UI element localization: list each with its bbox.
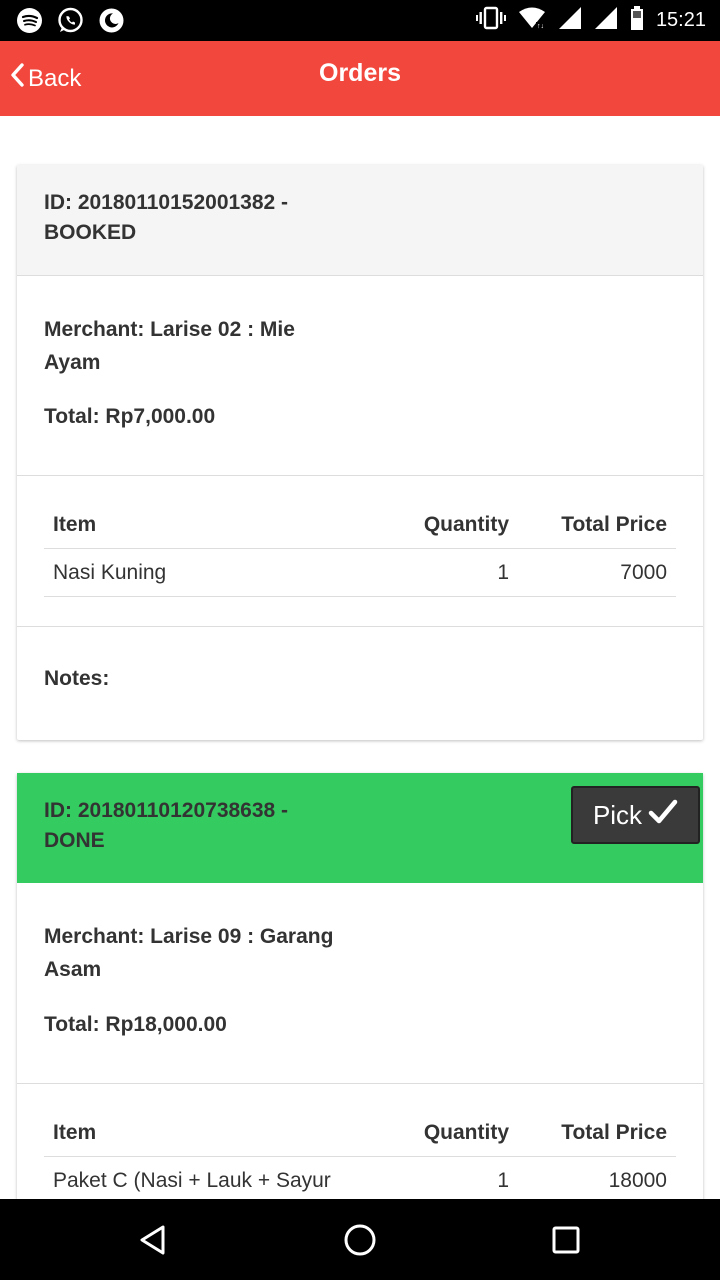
svg-text:↑↓: ↑↓ [537, 23, 544, 30]
order-status: BOOKED [44, 221, 137, 244]
clock: 15:21 [655, 9, 706, 31]
item-price: 18000 [608, 1169, 667, 1192]
battery-icon [630, 6, 644, 35]
checkmark-icon [648, 799, 678, 832]
item-name: Nasi Kuning [53, 561, 167, 584]
signal-icon [594, 6, 618, 35]
notification-icons [16, 7, 125, 34]
order-id: ID: 20180110152001382 - BOOKED [44, 188, 288, 248]
order-summary: Merchant: Larise 02 : Mie Ayam Total: Rp… [17, 276, 703, 476]
order-card: ID: 20180110152001382 - BOOKED Merchant:… [17, 165, 703, 740]
order-total: Total: Rp18,000.00 [44, 1013, 227, 1036]
order-header: ID: 20180110120738638 - DONE Pick [17, 773, 703, 883]
signal-icon [558, 6, 582, 35]
system-icons: ↑↓ 15:21 [475, 6, 706, 35]
order-id-line: ID: 20180110152001382 - [44, 191, 289, 214]
order-card: ID: 20180110120738638 - DONE Pick Mercha… [17, 773, 703, 1199]
col-quantity-header: Quantity [423, 1121, 509, 1144]
vibrate-icon [475, 6, 506, 35]
back-triangle-icon[interactable] [132, 1219, 174, 1261]
item-quantity: 1 [497, 1169, 509, 1192]
app-bar: Back Orders [0, 41, 720, 116]
order-header: ID: 20180110152001382 - BOOKED [17, 165, 703, 276]
navigation-bar [0, 1199, 720, 1280]
table-header-row: Item Quantity Total Price [44, 501, 676, 549]
col-item-header: Item [53, 1121, 97, 1144]
item-price: 7000 [620, 561, 667, 584]
orders-list[interactable]: ID: 20180110152001382 - BOOKED Merchant:… [0, 116, 720, 1199]
merchant-line-1: Merchant: Larise 09 : Garang [44, 925, 334, 948]
table-row: Nasi Kuning 1 7000 [44, 549, 676, 597]
wifi-icon: ↑↓ [518, 6, 546, 35]
recents-square-icon[interactable] [545, 1219, 587, 1261]
home-circle-icon[interactable] [339, 1219, 381, 1261]
order-status: DONE [44, 829, 105, 852]
items-table: Item Quantity Total Price Nasi Kuning 1 … [44, 501, 676, 597]
table-header-row: Item Quantity Total Price [44, 1109, 676, 1157]
merchant-line-2: Asam [44, 958, 102, 981]
col-quantity-header: Quantity [423, 513, 509, 536]
item-quantity: 1 [497, 561, 509, 584]
merchant-name: Merchant: Larise 09 : Garang Asam [44, 920, 333, 986]
pick-button[interactable]: Pick [571, 786, 700, 844]
notes-label: Notes: [44, 667, 110, 690]
col-price-header: Total Price [561, 513, 667, 536]
order-summary: Merchant: Larise 09 : Garang Asam Total:… [17, 883, 703, 1084]
order-items: Item Quantity Total Price Nasi Kuning 1 … [17, 476, 703, 627]
pick-label: Pick [592, 799, 643, 830]
moon-icon [98, 7, 125, 34]
order-id-line: ID: 20180110120738638 - [44, 799, 289, 822]
items-table: Item Quantity Total Price Paket C (Nasi … [44, 1109, 676, 1199]
merchant-name: Merchant: Larise 02 : Mie Ayam [44, 313, 295, 379]
order-items: Item Quantity Total Price Paket C (Nasi … [17, 1084, 703, 1199]
merchant-line-1: Merchant: Larise 02 : Mie [44, 318, 295, 341]
order-notes: Notes: [17, 627, 703, 738]
table-row: Paket C (Nasi + Lauk + Sayur 1 18000 [44, 1157, 676, 1199]
col-item-header: Item [53, 513, 97, 536]
spotify-icon [16, 7, 43, 34]
order-id: ID: 20180110120738638 - DONE [44, 796, 288, 856]
status-bar: ↑↓ 15:21 [0, 0, 720, 41]
merchant-line-2: Ayam [44, 351, 101, 374]
col-price-header: Total Price [561, 1121, 667, 1144]
order-total: Total: Rp7,000.00 [44, 405, 216, 428]
page-title: Orders [319, 59, 401, 87]
item-name: Paket C (Nasi + Lauk + Sayur [53, 1169, 331, 1192]
whatsapp-icon [57, 7, 84, 34]
